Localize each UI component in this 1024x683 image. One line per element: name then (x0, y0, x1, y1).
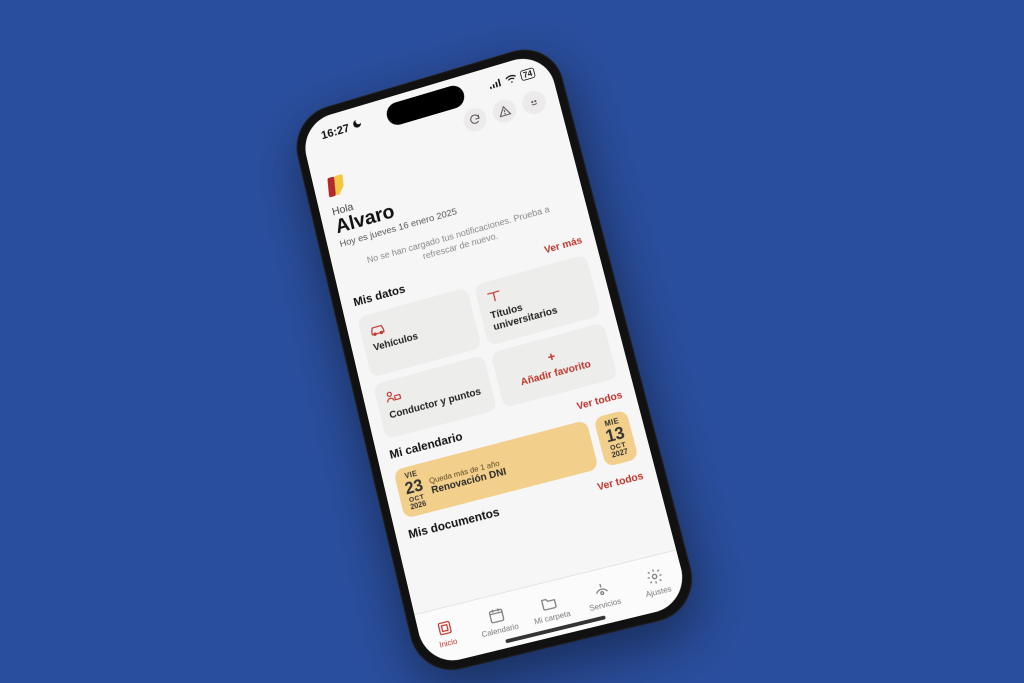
gear-icon (644, 565, 665, 586)
tab-home[interactable]: Inicio (419, 613, 474, 652)
tab-label: Mi carpeta (533, 607, 571, 625)
folder-icon (538, 591, 558, 612)
calendar-card-next[interactable]: MIE 13 OCT 2027 (593, 409, 638, 466)
moon-icon (351, 116, 364, 132)
phone-frame: 16:27 74 (289, 39, 702, 678)
link-see-all-calendar[interactable]: Ver todos (576, 389, 624, 412)
services-icon (591, 578, 612, 599)
link-see-all-documents[interactable]: Ver todos (596, 470, 644, 493)
screen: 16:27 74 (299, 50, 690, 667)
tab-calendar[interactable]: Calendario (470, 600, 525, 640)
home-icon (435, 617, 455, 637)
plus-icon: + (546, 349, 556, 363)
tab-folder[interactable]: Mi carpeta (522, 587, 578, 627)
wifi-icon (503, 70, 518, 86)
battery-indicator: 74 (519, 67, 536, 81)
status-time: 16:27 (320, 120, 351, 141)
link-see-more[interactable]: Ver más (543, 235, 583, 256)
tab-settings[interactable]: Ajustes (627, 561, 684, 601)
calendar-date: VIE 23 OCT 2026 (402, 469, 428, 511)
calendar-icon (486, 604, 506, 625)
signal-icon (488, 75, 503, 91)
tab-label: Servicios (588, 595, 622, 612)
calendar-date: MIE 13 OCT 2027 (602, 417, 630, 459)
calendar-card-dni[interactable]: VIE 23 OCT 2026 Queda más de 1 año Renov… (393, 420, 598, 518)
section-title-my-data: Mis datos (352, 281, 406, 308)
tab-services[interactable]: Servicios (575, 574, 631, 614)
